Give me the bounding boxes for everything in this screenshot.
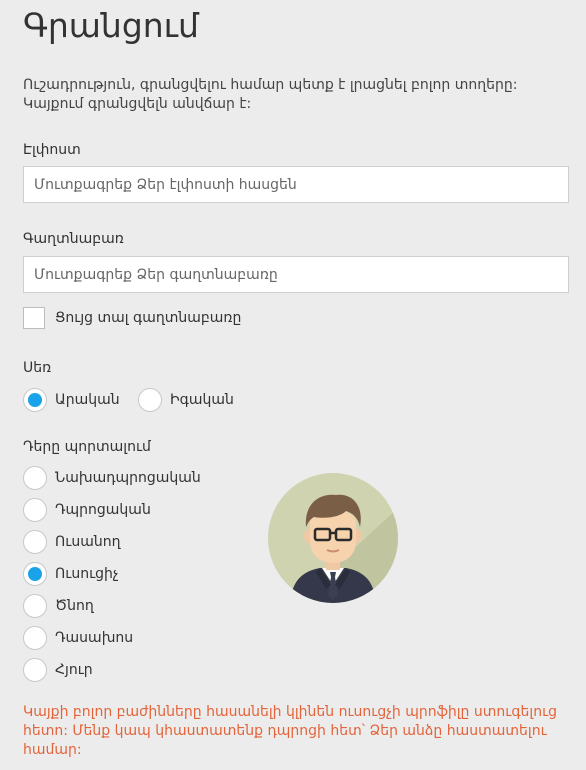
teacher-verification-note: Կայքի բոլոր բաժինները հասանելի կլինեն ու… (23, 704, 558, 758)
teacher-avatar-icon (268, 473, 398, 603)
role-option-label: Ծնող (55, 598, 94, 614)
gender-male-radio[interactable] (23, 388, 47, 412)
role-teacher-radio[interactable] (23, 562, 47, 586)
email-label: Էլփոստ (23, 142, 81, 158)
email-field[interactable] (23, 166, 569, 203)
role-option-schoolchild[interactable]: Դպրոցական (23, 498, 151, 522)
role-label: Դերը պորտալում (23, 439, 151, 455)
gender-option-female[interactable]: Իգական (138, 388, 234, 412)
gender-option-label: Արական (55, 392, 120, 408)
role-option-label: Դպրոցական (55, 502, 151, 518)
role-option-parent[interactable]: Ծնող (23, 594, 94, 618)
role-student-radio[interactable] (23, 530, 47, 554)
page-title: Գրանցում (23, 6, 199, 45)
role-option-label: Հյուր (55, 662, 93, 678)
gender-option-male[interactable]: Արական (23, 388, 120, 412)
role-option-preschool[interactable]: Նախադպրոցական (23, 466, 201, 490)
show-password-label: Ցույց տալ գաղտնաբառը (55, 310, 242, 326)
show-password-checkbox[interactable] (23, 307, 45, 329)
show-password-toggle[interactable]: Ցույց տալ գաղտնաբառը (23, 307, 241, 329)
role-option-label: Նախադպրոցական (55, 470, 201, 486)
role-option-lecturer[interactable]: Դասախոս (23, 626, 133, 650)
role-option-label: Դասախոս (55, 630, 134, 646)
password-label: Գաղտնաբառ (23, 231, 124, 247)
role-guest-radio[interactable] (23, 658, 47, 682)
role-schoolchild-radio[interactable] (23, 498, 47, 522)
gender-label: Սեռ (23, 360, 52, 376)
notice-text: Ուշադրություն, գրանցվելու համար պետք է լ… (23, 77, 518, 112)
role-preschool-radio[interactable] (23, 466, 47, 490)
role-lecturer-radio[interactable] (23, 626, 47, 650)
role-option-student[interactable]: Ուսանող (23, 530, 120, 554)
role-option-label: Ուսանող (55, 534, 121, 550)
role-option-guest[interactable]: Հյուր (23, 658, 93, 682)
gender-option-label: Իգական (170, 392, 234, 408)
role-parent-radio[interactable] (23, 594, 47, 618)
password-field[interactable] (23, 256, 569, 293)
role-option-teacher[interactable]: Ուսուցիչ (23, 562, 119, 586)
role-option-label: Ուսուցիչ (55, 566, 119, 582)
gender-female-radio[interactable] (138, 388, 162, 412)
